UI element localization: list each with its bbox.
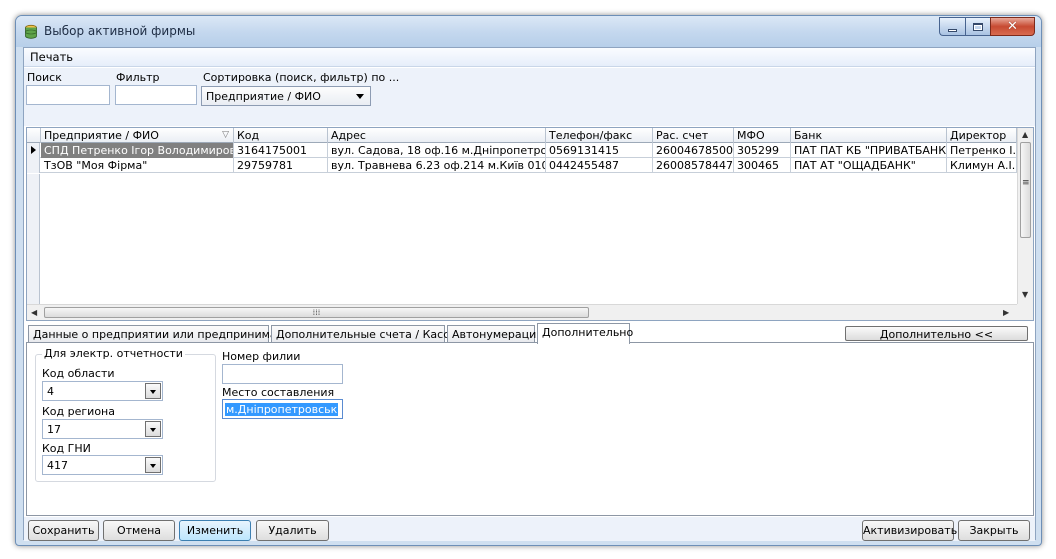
firms-grid[interactable]: Предприятие / ФИО ▽ Код Адрес Телефон/фак… bbox=[26, 127, 1034, 321]
cell-phone[interactable]: 0442455487 bbox=[546, 158, 653, 173]
window-title: Выбор активной фирмы bbox=[44, 24, 196, 38]
minimize-icon bbox=[948, 28, 957, 32]
delete-button[interactable]: Удалить bbox=[256, 520, 329, 541]
search-input[interactable] bbox=[26, 85, 110, 105]
maximize-icon bbox=[973, 22, 983, 31]
sort-indicator-icon: ▽ bbox=[222, 130, 229, 140]
additional-toggle-button[interactable]: Дополнительно << bbox=[845, 326, 1028, 341]
oblast-code-select[interactable]: 4 bbox=[42, 381, 163, 401]
menu-bar: Печать bbox=[24, 48, 1035, 67]
client-area: Печать Поиск Фильтр Сортировка (поиск, ф… bbox=[23, 47, 1036, 541]
row-indicator bbox=[27, 143, 40, 158]
sort-label: Сортировка (поиск, фильтр) по ... bbox=[203, 71, 400, 84]
close-window-button[interactable]: ✕ bbox=[990, 17, 1035, 36]
button-bar: Сохранить Отмена Изменить Удалить Активи… bbox=[24, 517, 1035, 541]
save-button[interactable]: Сохранить bbox=[28, 520, 99, 541]
grid-header: Предприятие / ФИО ▽ Код Адрес Телефон/фак… bbox=[27, 128, 1033, 143]
cell-account[interactable]: 260085784474 bbox=[653, 158, 734, 173]
row-indicator bbox=[27, 158, 40, 173]
tab-company-data[interactable]: Данные о предприятии или предпринимателе bbox=[28, 325, 304, 343]
groupbox-title: Для электр. отчетности bbox=[42, 347, 185, 360]
vertical-scroll-thumb[interactable] bbox=[1020, 142, 1031, 238]
filter-label: Фильтр bbox=[116, 71, 160, 84]
tab-extra-accounts[interactable]: Дополнительные счета / Кассы bbox=[271, 325, 458, 343]
cell-mfo[interactable]: 305299 bbox=[734, 143, 791, 158]
column-header-phone[interactable]: Телефон/факс bbox=[546, 128, 653, 143]
activate-button[interactable]: Активизировать bbox=[862, 520, 957, 541]
column-header-director[interactable]: Директор bbox=[947, 128, 1017, 143]
chevron-down-icon[interactable] bbox=[145, 383, 161, 399]
title-bar[interactable]: Выбор активной фирмы ✕ bbox=[16, 16, 1041, 47]
grip-icon: ≡ bbox=[1022, 178, 1030, 188]
cell-code[interactable]: 29759781 bbox=[234, 158, 328, 173]
column-header-name[interactable]: Предприятие / ФИО ▽ bbox=[41, 128, 234, 143]
scroll-left-icon[interactable]: ◀ bbox=[31, 308, 37, 317]
grid-horizontal-scrollbar[interactable]: ◀ ⁞⁞⁞ ▶ bbox=[27, 304, 1019, 320]
cell-address[interactable]: вул. Садова, 18 оф.16 м.Дніпропетровськ bbox=[328, 143, 546, 158]
tab-autonumbering[interactable]: Автонумерация bbox=[447, 325, 543, 343]
search-toolbar: Поиск Фильтр Сортировка (поиск, фильтр) … bbox=[24, 68, 1035, 126]
sort-select[interactable]: Предприятие / ФИО bbox=[201, 86, 371, 106]
cell-address[interactable]: вул. Травнева 6.23 оф.214 м.Київ 01001 bbox=[328, 158, 546, 173]
row-indicator-column bbox=[27, 174, 40, 304]
chevron-down-icon bbox=[356, 94, 364, 99]
menu-print[interactable]: Печать bbox=[30, 50, 73, 64]
branch-number-label: Номер филии bbox=[222, 350, 301, 363]
cell-account[interactable]: 260046785001 bbox=[653, 143, 734, 158]
gni-code-select[interactable]: 417 bbox=[42, 455, 163, 475]
region-code-select[interactable]: 17 bbox=[42, 419, 163, 439]
grid-vertical-scrollbar[interactable]: ▲ ≡ ▼ bbox=[1017, 128, 1033, 304]
cell-code[interactable]: 3164175001 bbox=[234, 143, 328, 158]
scrollbar-corner bbox=[1017, 304, 1033, 320]
chevron-down-icon[interactable] bbox=[145, 421, 161, 437]
search-label: Поиск bbox=[27, 71, 62, 84]
column-header-account[interactable]: Рас. счет bbox=[653, 128, 734, 143]
region-code-label: Код региона bbox=[42, 405, 115, 418]
tab-additional[interactable]: Дополнительно bbox=[537, 323, 633, 344]
column-header-code[interactable]: Код bbox=[234, 128, 328, 143]
region-code-value: 17 bbox=[47, 423, 61, 436]
tab-panel-additional: Для электр. отчетности Код области 4 Код… bbox=[26, 342, 1034, 516]
oblast-code-label: Код области bbox=[42, 367, 115, 380]
place-input-value: м.Дніпропетровськ bbox=[225, 403, 339, 416]
cell-mfo[interactable]: 300465 bbox=[734, 158, 791, 173]
cell-director[interactable]: Климун А.І. bbox=[947, 158, 1017, 173]
dialog-window: Выбор активной фирмы ✕ Печать Поиск Филь… bbox=[15, 15, 1042, 546]
place-input[interactable]: м.Дніпропетровськ bbox=[222, 399, 343, 419]
filter-input[interactable] bbox=[115, 85, 197, 105]
column-header-bank[interactable]: Банк bbox=[791, 128, 947, 143]
column-header-mfo[interactable]: МФО bbox=[734, 128, 791, 143]
cell-bank[interactable]: ПАТ ПАТ КБ "ПРИВАТБАНК" bbox=[791, 143, 947, 158]
cell-bank[interactable]: ПАТ АТ "ОЩАДБАНК" bbox=[791, 158, 947, 173]
table-row[interactable]: СПД Петренко Ігор Володимирович 31641750… bbox=[27, 143, 1017, 158]
oblast-code-value: 4 bbox=[47, 385, 54, 398]
maximize-button[interactable] bbox=[965, 17, 990, 36]
scroll-down-icon[interactable]: ▼ bbox=[1022, 290, 1028, 299]
horizontal-scroll-thumb[interactable]: ⁞⁞⁞ bbox=[44, 307, 589, 318]
close-icon: ✕ bbox=[1007, 19, 1018, 34]
close-button[interactable]: Закрыть bbox=[958, 520, 1030, 541]
grid-corner-cell bbox=[27, 128, 41, 143]
edit-button[interactable]: Изменить bbox=[179, 520, 251, 541]
gni-code-value: 417 bbox=[47, 459, 68, 472]
gni-code-label: Код ГНИ bbox=[42, 442, 91, 455]
branch-number-input[interactable] bbox=[222, 364, 343, 384]
column-header-address[interactable]: Адрес bbox=[328, 128, 546, 143]
scroll-right-icon[interactable]: ▶ bbox=[1003, 308, 1009, 317]
chevron-down-icon[interactable] bbox=[145, 457, 161, 473]
table-row[interactable]: ТзОВ "Моя Фірма" 29759781 вул. Травнева … bbox=[27, 158, 1017, 173]
reporting-groupbox: Для электр. отчетности Код области 4 Код… bbox=[35, 347, 216, 482]
minimize-button[interactable] bbox=[939, 17, 965, 36]
database-icon bbox=[25, 24, 37, 39]
sort-select-value: Предприятие / ФИО bbox=[206, 90, 321, 103]
cancel-button[interactable]: Отмена bbox=[103, 520, 175, 541]
cell-name[interactable]: СПД Петренко Ігор Володимирович bbox=[41, 143, 234, 158]
current-row-arrow-icon bbox=[31, 146, 36, 154]
cell-name[interactable]: ТзОВ "Моя Фірма" bbox=[41, 158, 234, 173]
window-controls: ✕ bbox=[939, 17, 1035, 36]
scroll-up-icon[interactable]: ▲ bbox=[1022, 130, 1028, 139]
cell-director[interactable]: Петренко І.В bbox=[947, 143, 1017, 158]
place-label: Место составления bbox=[222, 386, 335, 399]
cell-phone[interactable]: 0569131415 bbox=[546, 143, 653, 158]
